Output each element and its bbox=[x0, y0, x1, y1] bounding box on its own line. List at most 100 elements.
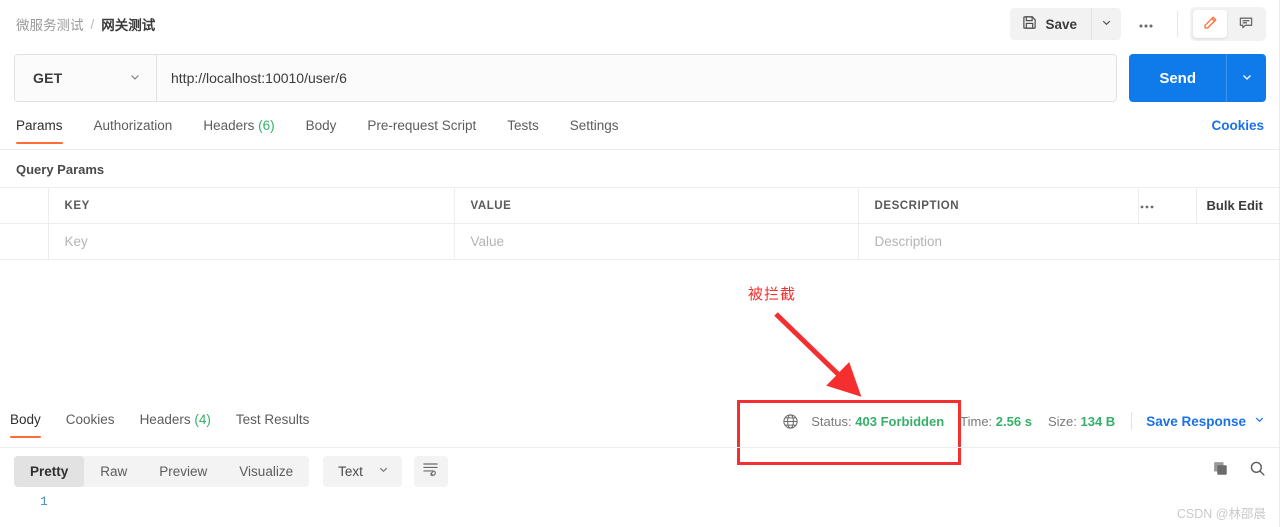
breadcrumb-parent[interactable]: 微服务测试 bbox=[16, 14, 84, 34]
save-button-label: Save bbox=[1045, 16, 1077, 32]
word-wrap-button[interactable] bbox=[413, 455, 448, 487]
top-bar-actions: Save bbox=[1010, 7, 1266, 41]
send-group: Send bbox=[1129, 54, 1266, 102]
top-bar: 微服务测试 / 网关测试 Save bbox=[0, 0, 1280, 48]
tab-pre-request-script-label: Pre-request Script bbox=[367, 118, 477, 133]
toolbar-divider bbox=[1177, 11, 1178, 37]
tab-settings-label: Settings bbox=[569, 118, 619, 133]
column-header-value: VALUE bbox=[454, 187, 859, 224]
breadcrumb-separator: / bbox=[90, 16, 95, 32]
response-tabs: Body Cookies Headers (4) Test Results bbox=[0, 412, 334, 438]
tab-authorization[interactable]: Authorization bbox=[94, 118, 173, 143]
response-tab-headers-label: Headers bbox=[139, 412, 191, 427]
response-tab-cookies[interactable]: Cookies bbox=[66, 412, 115, 437]
column-header-value-label: VALUE bbox=[470, 199, 512, 212]
bulk-edit-label: Bulk Edit bbox=[1206, 198, 1263, 213]
row-description-placeholder: Description bbox=[874, 234, 943, 249]
annotation-arrow-icon bbox=[774, 312, 862, 397]
meta-divider bbox=[1131, 412, 1133, 430]
chevron-down-icon bbox=[1240, 70, 1254, 87]
comment-icon bbox=[1238, 15, 1254, 34]
response-tab-test-results[interactable]: Test Results bbox=[236, 412, 310, 437]
tab-settings[interactable]: Settings bbox=[570, 118, 619, 143]
status-indicator: Status: 403 Forbidden bbox=[811, 414, 944, 429]
floppy-disk-icon bbox=[1022, 15, 1037, 33]
response-tab-body-label: Body bbox=[10, 412, 41, 427]
breadcrumb-current[interactable]: 网关测试 bbox=[101, 14, 155, 34]
ellipsis-icon bbox=[1139, 197, 1155, 214]
row-key-cell[interactable]: Key bbox=[48, 223, 455, 260]
response-format-toolbar: Pretty Raw Preview Visualize Text bbox=[0, 452, 1280, 490]
word-wrap-icon bbox=[422, 461, 439, 481]
status-label: Status: bbox=[811, 413, 852, 429]
tab-params[interactable]: Params bbox=[16, 118, 63, 144]
status-value: 403 Forbidden bbox=[855, 413, 945, 429]
view-pretty-button[interactable]: Pretty bbox=[14, 455, 85, 487]
pencil-icon bbox=[1202, 15, 1218, 34]
view-visualize-button[interactable]: Visualize bbox=[223, 456, 309, 487]
time-value: 2.56 s bbox=[995, 413, 1032, 429]
tab-body-label: Body bbox=[305, 118, 337, 133]
search-button[interactable] bbox=[1249, 460, 1266, 482]
save-response-button[interactable]: Save Response bbox=[1146, 413, 1266, 429]
response-tab-test-results-label: Test Results bbox=[235, 412, 310, 427]
copy-icon bbox=[1212, 462, 1229, 481]
column-header-description: DESCRIPTION bbox=[858, 187, 1139, 224]
send-dropdown-button[interactable] bbox=[1226, 54, 1266, 102]
tab-pre-request-script[interactable]: Pre-request Script bbox=[367, 118, 476, 143]
content-type-label: Text bbox=[338, 463, 363, 479]
save-button[interactable]: Save bbox=[1010, 8, 1091, 40]
query-params-title: Query Params bbox=[16, 162, 105, 177]
size-value: 134 B bbox=[1080, 413, 1116, 429]
column-header-description-label: DESCRIPTION bbox=[874, 199, 960, 212]
size-label: Size: bbox=[1047, 413, 1077, 429]
response-tab-headers[interactable]: Headers (4) bbox=[140, 412, 211, 437]
select-all-cell bbox=[0, 187, 49, 224]
size-indicator: Size: 134 B bbox=[1048, 414, 1115, 429]
globe-icon bbox=[782, 413, 799, 430]
chevron-down-icon bbox=[1100, 16, 1113, 32]
copy-button[interactable] bbox=[1212, 460, 1229, 482]
cookies-link[interactable]: Cookies bbox=[1211, 118, 1264, 143]
request-url-input[interactable] bbox=[157, 55, 1117, 101]
search-icon bbox=[1249, 461, 1266, 481]
response-tab-body[interactable]: Body bbox=[10, 412, 41, 438]
request-url-bar: GET bbox=[14, 54, 1118, 102]
view-raw-button[interactable]: Raw bbox=[84, 456, 143, 487]
tab-tests[interactable]: Tests bbox=[507, 118, 539, 143]
save-dropdown-button[interactable] bbox=[1091, 8, 1121, 40]
tab-headers[interactable]: Headers (6) bbox=[203, 118, 274, 143]
table-options-button[interactable] bbox=[1138, 187, 1197, 224]
http-method-select[interactable]: GET bbox=[15, 55, 157, 101]
line-number: 1 bbox=[40, 494, 48, 509]
bulk-edit-button[interactable]: Bulk Edit bbox=[1196, 187, 1280, 224]
query-params-table: KEY VALUE DESCRIPTION Bulk Edit Key Valu… bbox=[0, 187, 1280, 260]
response-body-editor[interactable]: 1 bbox=[0, 490, 1280, 527]
tab-body[interactable]: Body bbox=[306, 118, 337, 143]
save-group: Save bbox=[1010, 8, 1121, 40]
http-method-label: GET bbox=[33, 70, 63, 86]
breadcrumb: 微服务测试 / 网关测试 bbox=[16, 14, 155, 34]
response-meta: Status: 403 Forbidden Time: 2.56 s Size:… bbox=[782, 412, 1266, 430]
view-mode-segmented-control: Pretty Raw Preview Visualize bbox=[14, 455, 310, 487]
view-mode-toggle bbox=[1190, 7, 1266, 41]
response-tab-headers-count: (4) bbox=[194, 412, 211, 427]
tab-authorization-label: Authorization bbox=[93, 118, 173, 133]
more-options-button[interactable] bbox=[1127, 8, 1165, 40]
tab-headers-count: (6) bbox=[258, 118, 275, 133]
view-preview-button[interactable]: Preview bbox=[143, 456, 223, 487]
time-label: Time: bbox=[960, 413, 993, 429]
chevron-down-icon bbox=[128, 70, 142, 87]
comment-button[interactable] bbox=[1229, 10, 1263, 38]
content-type-select[interactable]: Text bbox=[323, 455, 402, 487]
tab-tests-label: Tests bbox=[507, 118, 539, 133]
row-description-cell[interactable]: Description bbox=[858, 223, 1280, 260]
row-checkbox-cell[interactable] bbox=[0, 223, 49, 260]
row-value-cell[interactable]: Value bbox=[454, 223, 859, 260]
response-tab-cookies-label: Cookies bbox=[65, 412, 115, 427]
tab-headers-label: Headers bbox=[203, 118, 255, 133]
table-header-row: KEY VALUE DESCRIPTION Bulk Edit bbox=[0, 187, 1280, 224]
column-header-key: KEY bbox=[48, 187, 455, 224]
edit-pencil-button[interactable] bbox=[1193, 10, 1227, 38]
send-button[interactable]: Send bbox=[1129, 54, 1226, 102]
